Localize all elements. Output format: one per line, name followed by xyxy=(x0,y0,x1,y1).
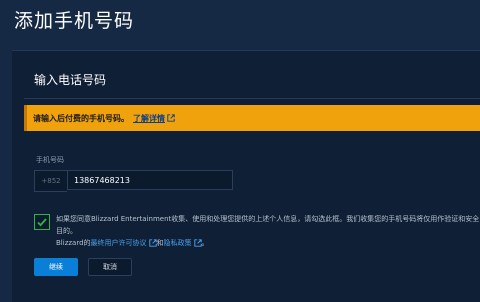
external-link-icon xyxy=(167,114,175,122)
learn-more-label: 了解详情 xyxy=(133,113,165,123)
eula-link[interactable]: 最终用户许可协议 xyxy=(91,237,157,249)
phone-label: 手机号码 xyxy=(36,156,64,164)
card-title: 输入电话号码 xyxy=(34,73,107,87)
consent-row: 如果您同意Blizzard Entertainment收集、使用和处理您提供的上… xyxy=(34,213,480,249)
banner-text: 请输入后付费的手机号码。 xyxy=(33,113,129,123)
consent-text-line1: 如果您同意Blizzard Entertainment收集、使用和处理您提供的上… xyxy=(56,215,480,235)
phone-field: +852 xyxy=(34,170,233,192)
phone-card: 输入电话号码 请输入后付费的手机号码。 了解详情 手机号码 +852 如果您同意… xyxy=(12,50,480,302)
consent-and: 和 xyxy=(156,239,164,247)
consent-end: 。 xyxy=(201,239,209,247)
checkmark-icon xyxy=(37,218,47,227)
page-title: 添加手机号码 xyxy=(14,10,135,32)
external-link-icon xyxy=(148,239,157,247)
external-link-icon xyxy=(193,239,202,247)
continue-button[interactable]: 继续 xyxy=(34,258,78,276)
consent-text: 如果您同意Blizzard Entertainment收集、使用和处理您提供的上… xyxy=(56,213,480,249)
consent-text-prefix: Blizzard的 xyxy=(56,239,91,247)
country-code-prefix: +852 xyxy=(34,170,67,192)
consent-checkbox[interactable] xyxy=(34,214,50,230)
eula-link-label: 最终用户许可协议 xyxy=(90,239,147,247)
warning-banner: 请输入后付费的手机号码。 了解详情 xyxy=(24,105,480,131)
card-divider xyxy=(24,98,480,99)
phone-number-input[interactable] xyxy=(67,170,233,190)
privacy-link-label: 隐私政策 xyxy=(163,239,192,247)
cancel-button[interactable]: 取消 xyxy=(88,258,132,276)
learn-more-link[interactable]: 了解详情 xyxy=(133,113,175,124)
privacy-policy-link[interactable]: 隐私政策 xyxy=(164,237,202,249)
